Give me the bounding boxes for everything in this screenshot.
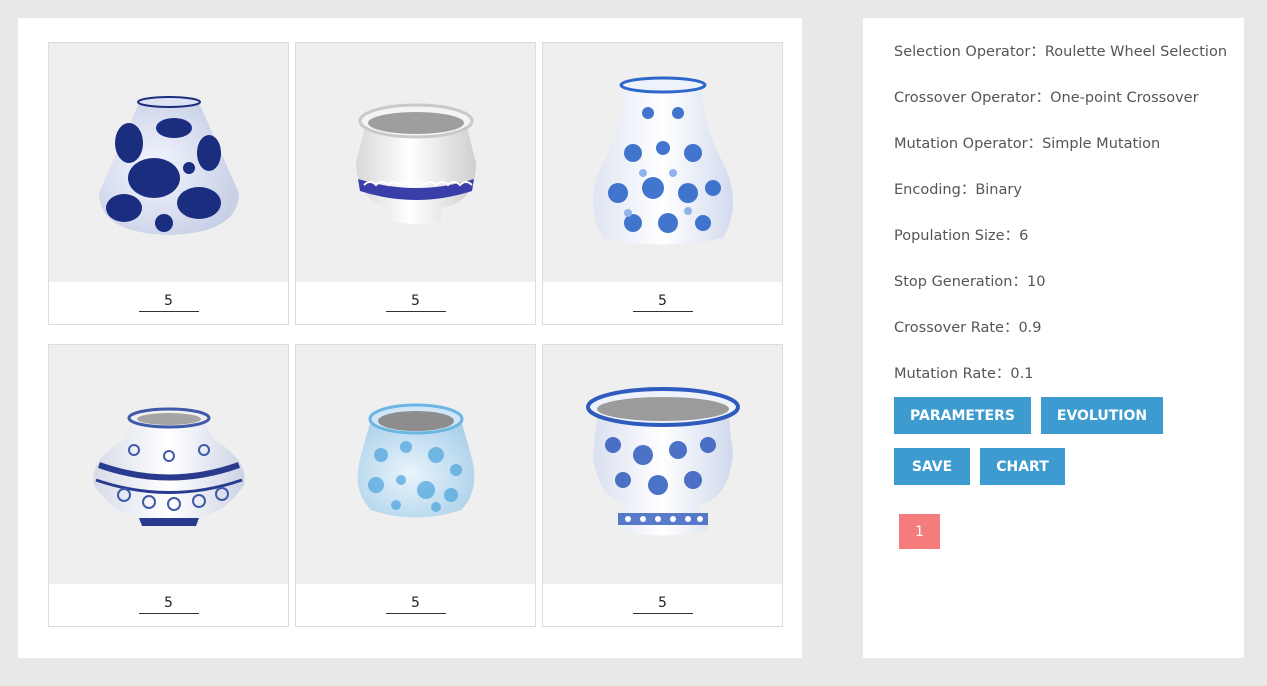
param-label: Stop Generation (894, 274, 1013, 290)
param-label: Population Size (894, 228, 1005, 244)
score-input-3[interactable] (632, 292, 693, 312)
param-separator: ： (1035, 90, 1051, 106)
score-input-6[interactable] (632, 594, 693, 614)
param-value: 0.9 (1018, 320, 1042, 336)
vase-image-1[interactable] (49, 43, 288, 282)
vase-card (48, 42, 289, 325)
evolution-button[interactable]: EVOLUTION (1041, 397, 1163, 434)
score-area (296, 282, 535, 324)
parameters-button[interactable]: PARAMETERS (894, 397, 1031, 434)
param-label: Crossover Rate (894, 320, 1004, 336)
vase-card (542, 344, 783, 627)
vase-image-5[interactable] (296, 345, 535, 584)
param-value: 10 (1026, 274, 1046, 290)
vase-card (48, 344, 289, 627)
param-encoding: Encoding：Binary (894, 180, 1227, 226)
param-separator: ： (1012, 274, 1027, 290)
vase-render-6 (585, 386, 740, 535)
vase-image-2[interactable] (296, 43, 535, 282)
param-separator: ： (960, 182, 976, 198)
param-separator: ： (1004, 228, 1020, 244)
param-value: One-point Crossover (1050, 90, 1199, 106)
vase-render-5 (357, 403, 474, 517)
param-label: Mutation Rate (894, 366, 996, 382)
score-area (296, 584, 535, 626)
score-input-1[interactable] (138, 292, 199, 312)
settings-panel: Selection Operator：Roulette Wheel Select… (863, 18, 1244, 658)
vase-render-4 (92, 407, 245, 526)
param-selection-operator: Selection Operator：Roulette Wheel Select… (894, 42, 1227, 88)
vase-grid (48, 42, 783, 627)
chart-button[interactable]: CHART (980, 448, 1065, 485)
param-separator: ： (995, 366, 1011, 382)
score-area (543, 282, 782, 324)
vase-image-4[interactable] (49, 345, 288, 584)
param-value: Binary (975, 182, 1022, 198)
vase-card (295, 42, 536, 325)
param-label: Mutation Operator (894, 136, 1028, 152)
vase-render-2 (355, 103, 476, 224)
score-area (543, 584, 782, 626)
param-separator: ： (1003, 320, 1019, 336)
score-area (49, 584, 288, 626)
param-label: Encoding (894, 182, 961, 198)
param-separator: ： (1027, 136, 1043, 152)
param-crossover-rate: Crossover Rate：0.9 (894, 318, 1227, 364)
param-value: 6 (1019, 228, 1029, 244)
param-label: Selection Operator (894, 44, 1031, 60)
vase-image-3[interactable] (543, 43, 782, 282)
param-separator: ： (1030, 44, 1045, 60)
vase-render-1 (98, 95, 239, 235)
param-crossover-operator: Crossover Operator：One-point Crossover (894, 88, 1227, 134)
vase-gallery-panel (18, 18, 802, 658)
vase-card (542, 42, 783, 325)
vase-card (295, 344, 536, 627)
score-input-4[interactable] (138, 594, 199, 614)
score-area (49, 282, 288, 324)
param-stop-generation: Stop Generation：10 (894, 272, 1227, 318)
score-input-2[interactable] (385, 292, 446, 312)
generation-page-badge[interactable]: 1 (899, 514, 940, 549)
param-value: Simple Mutation (1042, 136, 1161, 152)
parameter-list: Selection Operator：Roulette Wheel Select… (894, 42, 1227, 410)
param-label: Crossover Operator (894, 90, 1036, 106)
score-input-5[interactable] (385, 594, 446, 614)
param-mutation-operator: Mutation Operator：Simple Mutation (894, 134, 1227, 180)
param-population-size: Population Size：6 (894, 226, 1227, 272)
vase-image-6[interactable] (543, 345, 782, 584)
param-value: Roulette Wheel Selection (1044, 44, 1228, 60)
vase-render-3 (592, 76, 733, 244)
param-value: 0.1 (1010, 366, 1034, 382)
save-button[interactable]: SAVE (894, 448, 970, 485)
